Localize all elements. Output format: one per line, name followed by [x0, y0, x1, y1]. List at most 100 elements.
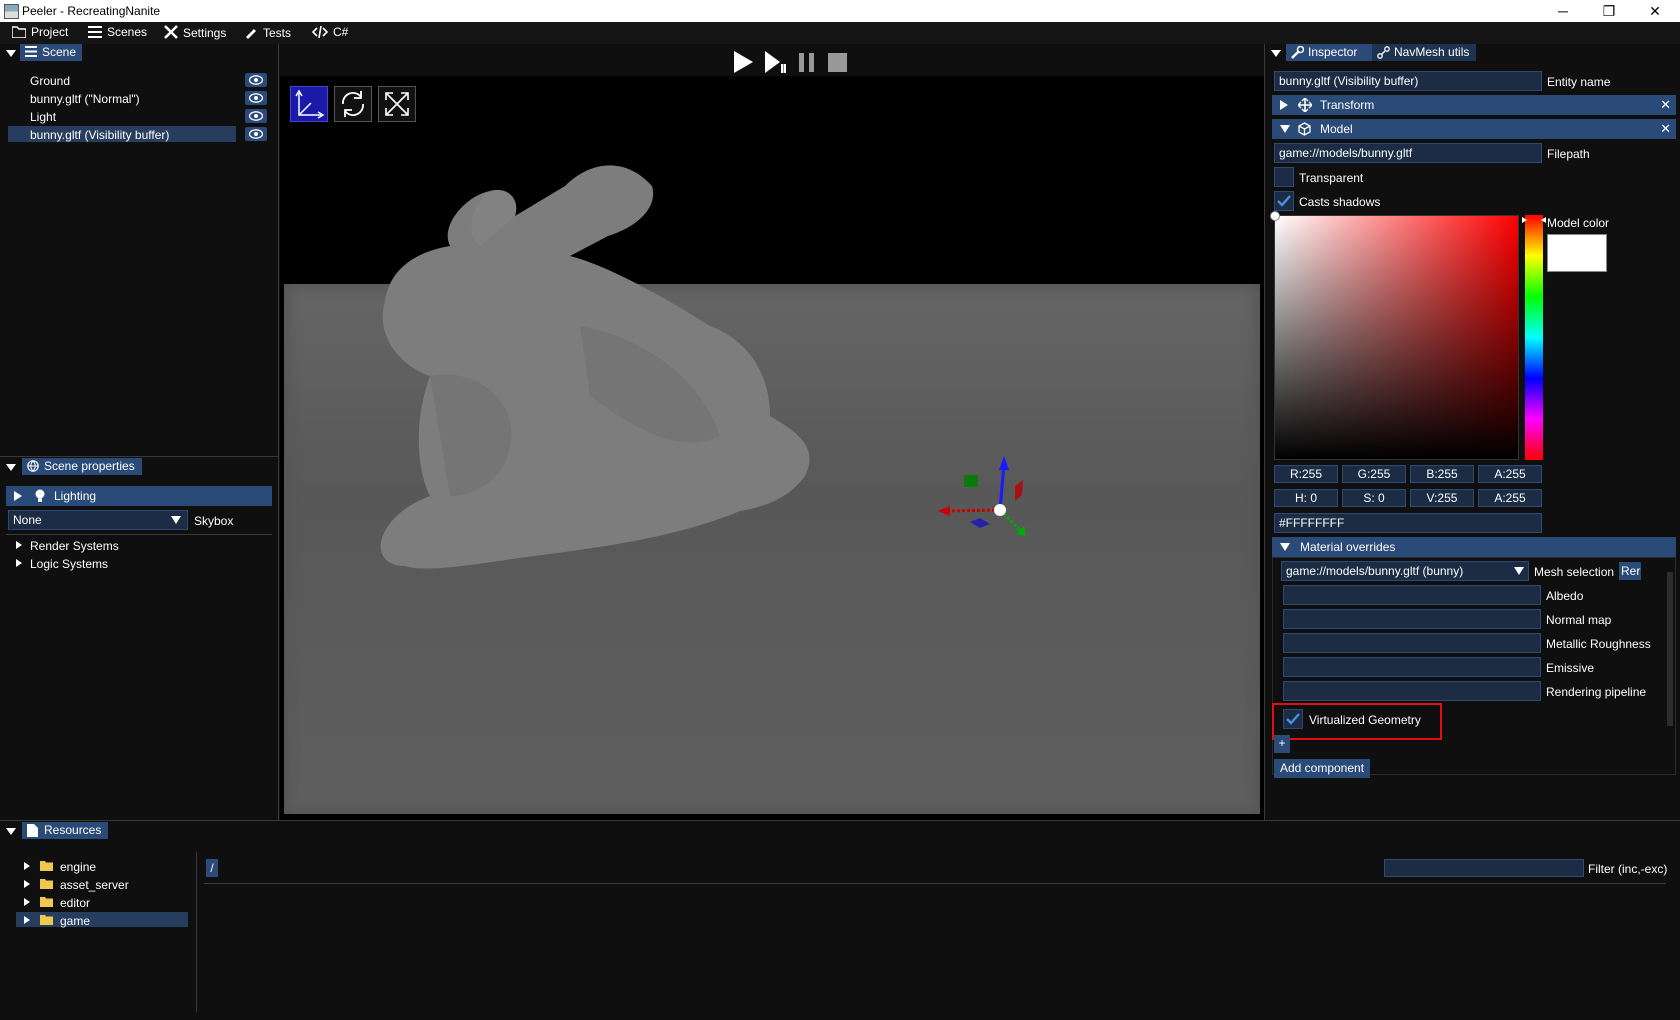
virtualized-geometry-checkbox[interactable]: [1283, 709, 1303, 729]
remove-mesh-button[interactable]: Rer: [1619, 562, 1641, 580]
filter-label: Filter (inc,-exc): [1588, 862, 1668, 876]
eye-icon: [249, 129, 263, 139]
collapse-icon[interactable]: [6, 50, 16, 57]
model-header[interactable]: Model ✕: [1272, 119, 1676, 139]
metallic-roughness-input[interactable]: [1283, 633, 1541, 653]
entity-name-input[interactable]: bunny.gltf (Visibility buffer): [1274, 71, 1542, 91]
folder-editor[interactable]: editor: [60, 896, 90, 910]
hex-color-input[interactable]: #FFFFFFFF: [1274, 513, 1542, 533]
red-channel-field[interactable]: R:255: [1274, 465, 1338, 483]
expand-icon[interactable]: [24, 880, 30, 888]
metallic-roughness-label: Metallic Roughness: [1546, 637, 1651, 651]
transform-header[interactable]: Transform ✕: [1272, 95, 1676, 115]
collapse-icon: [1280, 125, 1290, 133]
rendering-pipeline-label: Rendering pipeline: [1546, 685, 1647, 699]
tab-scene-properties[interactable]: Scene properties: [22, 458, 142, 475]
collapse-icon: [1280, 543, 1290, 551]
add-override-button[interactable]: +: [1274, 735, 1290, 753]
albedo-input[interactable]: [1283, 585, 1541, 605]
visibility-toggle[interactable]: [245, 73, 267, 87]
alpha-field[interactable]: A:255: [1478, 489, 1542, 507]
tab-navmesh-utils[interactable]: NavMesh utils: [1372, 44, 1476, 61]
normal-map-input[interactable]: [1283, 609, 1541, 629]
virtualized-geometry-label: Virtualized Geometry: [1309, 713, 1421, 727]
move-icon: [1298, 98, 1312, 112]
skybox-select[interactable]: None: [8, 510, 188, 530]
emissive-input[interactable]: [1283, 657, 1541, 677]
divider: [1264, 44, 1265, 820]
close-button[interactable]: ✕: [1632, 0, 1678, 22]
stop-icon[interactable]: [828, 53, 848, 72]
expand-icon[interactable]: [16, 541, 22, 549]
hue-slider-handle[interactable]: [1522, 212, 1546, 223]
transparent-checkbox[interactable]: [1274, 167, 1294, 187]
expand-icon[interactable]: [24, 916, 30, 924]
folder-engine[interactable]: engine: [60, 860, 96, 874]
filepath-input[interactable]: game://models/bunny.gltf: [1274, 143, 1542, 163]
menu-scenes[interactable]: Scenes: [88, 25, 147, 39]
color-preview-swatch[interactable]: [1547, 234, 1607, 272]
folder-icon: [40, 897, 53, 907]
play-icon[interactable]: [732, 50, 754, 74]
menu-settings[interactable]: Settings: [164, 25, 226, 40]
blue-channel-field[interactable]: B:255: [1410, 465, 1474, 483]
hue-field[interactable]: H: 0: [1274, 489, 1338, 507]
color-picker-handle[interactable]: [1270, 211, 1280, 221]
scale-mode-button[interactable]: [378, 86, 416, 122]
visibility-toggle[interactable]: [245, 127, 267, 141]
collapse-icon[interactable]: [1271, 50, 1281, 57]
step-icon[interactable]: [764, 50, 786, 74]
expand-icon[interactable]: [16, 559, 22, 567]
material-overrides-header[interactable]: Material overrides: [1272, 537, 1676, 557]
maximize-button[interactable]: ❐: [1586, 0, 1632, 22]
menu-csharp[interactable]: C#: [311, 25, 348, 39]
folder-game[interactable]: game: [60, 914, 90, 928]
transform-gizmo[interactable]: [938, 456, 1026, 536]
viewport[interactable]: [280, 76, 1264, 820]
model-color-label: Model color: [1547, 216, 1610, 230]
saturation-field[interactable]: S: 0: [1342, 489, 1406, 507]
color-saturation-value-square[interactable]: [1274, 215, 1519, 460]
folder-icon: [40, 861, 53, 871]
file-icon: [27, 824, 38, 837]
green-channel-field[interactable]: G:255: [1342, 465, 1406, 483]
tree-logic-systems[interactable]: Logic Systems: [30, 557, 108, 571]
entity-item[interactable]: Ground: [30, 74, 70, 88]
bunny-model[interactable]: [280, 76, 1264, 820]
entity-item[interactable]: Light: [30, 110, 56, 124]
pause-icon[interactable]: [797, 53, 817, 72]
add-component-button[interactable]: Add component: [1274, 759, 1370, 778]
value-field[interactable]: V:255: [1410, 489, 1474, 507]
scrollbar[interactable]: [1667, 572, 1673, 726]
tab-scene[interactable]: Scene: [20, 44, 83, 61]
mesh-selection-select[interactable]: game://models/bunny.gltf (bunny): [1281, 561, 1529, 581]
alpha-channel-field[interactable]: A:255: [1478, 465, 1542, 483]
path-breadcrumb[interactable]: /: [206, 859, 218, 877]
hue-slider[interactable]: [1525, 215, 1543, 460]
collapse-icon[interactable]: [6, 828, 16, 835]
expand-icon[interactable]: [24, 862, 30, 870]
minimize-button[interactable]: ─: [1540, 0, 1586, 22]
list-icon: [25, 46, 37, 57]
rotate-mode-button[interactable]: [334, 86, 372, 122]
entity-item[interactable]: bunny.gltf ("Normal"): [30, 92, 140, 106]
rendering-pipeline-input[interactable]: [1283, 681, 1541, 701]
visibility-toggle[interactable]: [245, 109, 267, 123]
menu-project[interactable]: Project: [11, 25, 68, 39]
expand-icon[interactable]: [24, 898, 30, 906]
remove-component-icon[interactable]: ✕: [1660, 121, 1671, 137]
folder-asset-server[interactable]: asset_server: [60, 878, 129, 892]
entity-item-selected[interactable]: bunny.gltf (Visibility buffer): [30, 128, 169, 142]
tree-render-systems[interactable]: Render Systems: [30, 539, 119, 553]
menu-tests[interactable]: Tests: [244, 25, 291, 40]
tab-resources[interactable]: Resources: [22, 822, 108, 839]
filter-input[interactable]: [1384, 859, 1584, 877]
visibility-toggle[interactable]: [245, 91, 267, 105]
collapse-icon[interactable]: [6, 464, 16, 471]
lighting-header[interactable]: Lighting: [6, 486, 272, 506]
checkmark-icon: [1286, 713, 1300, 725]
translate-mode-button[interactable]: [290, 86, 328, 122]
divider: [0, 820, 1680, 821]
remove-component-icon[interactable]: ✕: [1660, 97, 1671, 113]
casts-shadows-checkbox[interactable]: [1274, 191, 1294, 211]
